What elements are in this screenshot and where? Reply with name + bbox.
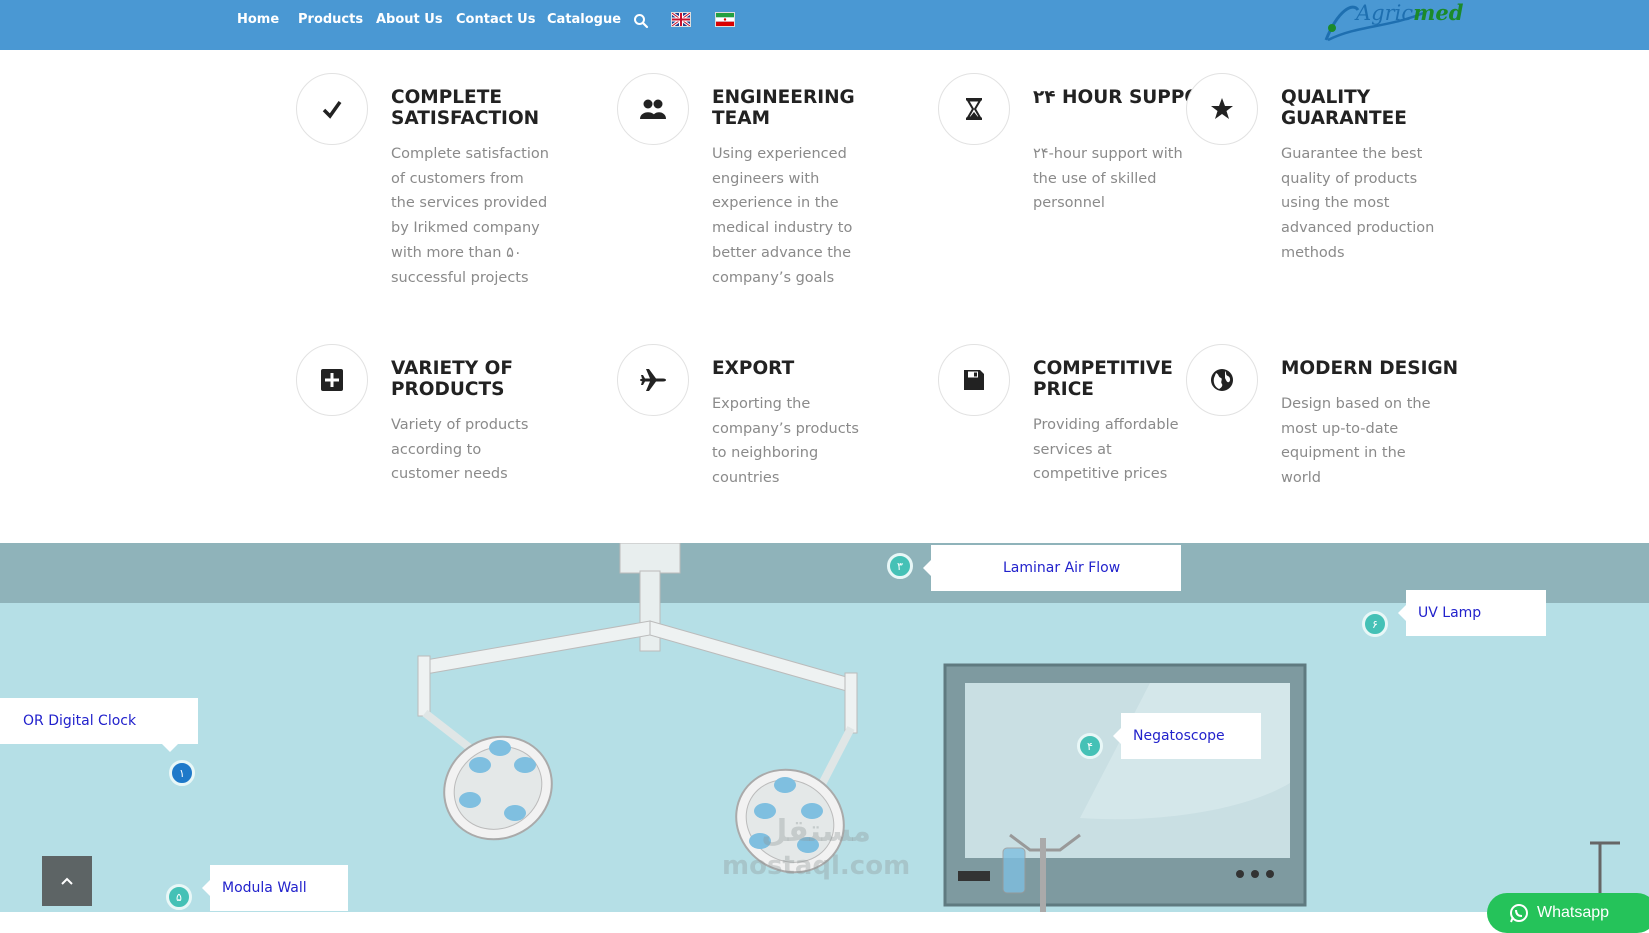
whatsapp-button[interactable]: Whatsapp — [1487, 893, 1649, 933]
logo-text-med: med — [1413, 0, 1464, 25]
nav-products[interactable]: Products — [298, 12, 363, 27]
label-or-digital-clock[interactable]: OR Digital Clock — [0, 698, 198, 752]
feature-title: Quality Guarantee — [1281, 87, 1407, 129]
company-logo[interactable]: Agricmed — [1318, 0, 1463, 45]
hotspot-modula-wall[interactable]: ۵ — [166, 884, 192, 910]
label-uv-lamp[interactable]: UV Lamp — [1398, 590, 1546, 636]
plane-icon — [617, 344, 689, 416]
iran-flag-icon[interactable] — [715, 12, 735, 27]
globe-icon — [1186, 344, 1258, 416]
feature-description: Design based on the most up-to-date equi… — [1281, 396, 1431, 487]
feature-title: Modern Design — [1281, 358, 1459, 379]
feature-title: Engineering Team — [712, 87, 855, 129]
nav-about-us[interactable]: About Us — [376, 12, 443, 27]
search-icon[interactable] — [633, 13, 649, 29]
hotspot-or-digital-clock[interactable]: ۱ — [169, 760, 195, 786]
uk-flag-icon[interactable] — [671, 12, 691, 27]
nav-contact-us[interactable]: Contact Us — [456, 12, 535, 27]
plus-square-icon — [296, 344, 368, 416]
mostaql-watermark: مستقل mostaql.com — [722, 815, 910, 883]
back-to-top-button[interactable] — [42, 856, 92, 906]
hotspot-negatoscope[interactable]: ۴ — [1077, 733, 1103, 759]
hourglass-icon — [938, 73, 1010, 145]
feature-title: Variety of Products — [391, 358, 513, 400]
feature-description: Exporting the company’s products to neig… — [712, 396, 859, 487]
feature-description: Complete satisfaction of customers from … — [391, 146, 549, 286]
team-icon — [617, 73, 689, 145]
check-icon — [296, 73, 368, 145]
nav-home[interactable]: Home — [237, 12, 279, 27]
label-negatoscope[interactable]: Negatoscope — [1113, 713, 1261, 759]
watermark-arabic: مستقل — [761, 814, 871, 849]
watermark-latin: mostaql.com — [722, 851, 911, 881]
hotspot-laminar-air-flow[interactable]: ۳ — [887, 553, 913, 579]
feature-title: Complete Satisfaction — [391, 87, 540, 129]
chevron-up-icon — [61, 877, 73, 885]
whatsapp-icon — [1510, 904, 1528, 923]
nav-catalogue[interactable]: Catalogue — [547, 12, 621, 27]
feature-description: Guarantee the best quality of products u… — [1281, 146, 1435, 261]
feature-description: Using experienced engineers with experie… — [712, 146, 853, 286]
save-icon — [938, 344, 1010, 416]
feature-title: Export — [712, 358, 795, 379]
whatsapp-label: Whatsapp — [1537, 904, 1610, 921]
feature-description: ۲۴-hour support with the use of skilled … — [1033, 146, 1183, 212]
feature-description: Variety of products according to custome… — [391, 417, 529, 483]
label-modula-wall[interactable]: Modula Wall — [202, 865, 348, 911]
hotspot-uv-lamp[interactable]: ۶ — [1362, 611, 1388, 637]
top-nav: Home Products About Us Contact Us Catalo… — [0, 0, 1649, 50]
label-laminar-air-flow[interactable]: Laminar Air Flow — [923, 545, 1181, 591]
logo-text-agric: Agric — [1356, 1, 1414, 25]
star-icon — [1186, 73, 1258, 145]
feature-description: Providing affordable services at competi… — [1033, 417, 1179, 483]
